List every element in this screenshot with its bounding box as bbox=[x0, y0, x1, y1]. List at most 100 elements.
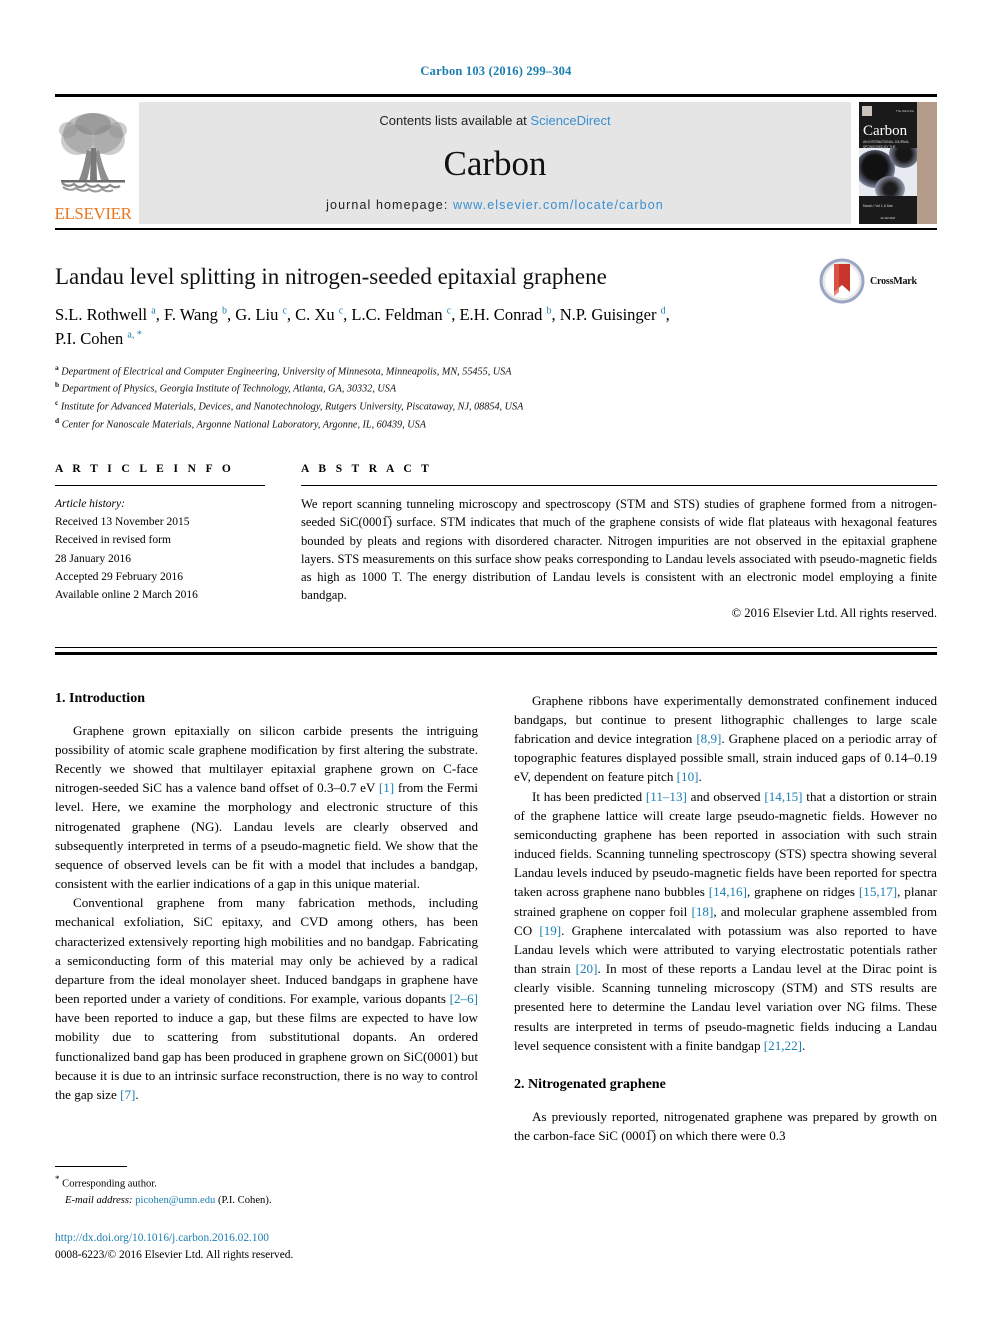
footnote-region: * Corresponding author. E-mail address: … bbox=[55, 1166, 472, 1264]
journal-masthead: ELSEVIER Contents lists available at Sci… bbox=[54, 102, 937, 224]
affiliation-item: b Department of Physics, Georgia Institu… bbox=[55, 380, 397, 395]
corresponding-author-note: * Corresponding author. E-mail address: … bbox=[55, 1173, 472, 1209]
author-item: L.C. Feldman c bbox=[351, 304, 452, 324]
citation-ref[interactable]: [7] bbox=[120, 1087, 135, 1102]
info-abstract-region: A R T I C L E I N F O Article history: R… bbox=[55, 463, 937, 621]
cover-front: The Wind Div Carbon AN INTERNATIONAL JOU… bbox=[859, 102, 917, 224]
cover-badge-icon bbox=[862, 105, 872, 116]
paragraph-text: have been reported to induce a gap, but … bbox=[55, 1010, 478, 1102]
elsevier-wordmark: ELSEVIER bbox=[54, 204, 132, 223]
intro-paragraph-1: Graphene grown epitaxially on silicon ca… bbox=[55, 721, 478, 894]
article-history-item: 28 January 2016 bbox=[55, 552, 132, 565]
journal-cover-thumbnail: The Wind Div Carbon AN INTERNATIONAL JOU… bbox=[859, 102, 937, 224]
affiliation-item: a Department of Electrical and Computer … bbox=[55, 362, 512, 377]
cover-publisher: ELSEVIER bbox=[880, 216, 896, 220]
affiliation-item: d Center for Nanoscale Materials, Argonn… bbox=[55, 416, 426, 431]
journal-title: Carbon bbox=[443, 143, 547, 183]
citation-ref[interactable]: [18] bbox=[692, 904, 714, 919]
section-heading-introduction: 1. Introduction bbox=[55, 690, 145, 706]
abstract-column: A B S T R A C T We report scanning tunne… bbox=[301, 463, 937, 621]
journal-homepage-line: journal homepage: www.elsevier.com/locat… bbox=[326, 198, 664, 212]
affiliation-item: c Institute for Advanced Materials, Devi… bbox=[55, 398, 524, 413]
abstract-heading: A B S T R A C T bbox=[301, 463, 433, 476]
cover-top-row: The Wind Div bbox=[862, 105, 914, 116]
crossmark-icon bbox=[819, 258, 865, 304]
title-block: CrossMark Landau level splitting in nitr… bbox=[55, 258, 937, 434]
abstract-bottom-rule-thick bbox=[55, 651, 937, 655]
citation-ref[interactable]: [21,22] bbox=[764, 1038, 802, 1053]
author-item: C. Xu c bbox=[295, 304, 344, 324]
doi-link[interactable]: http://dx.doi.org/10.1016/j.carbon.2016.… bbox=[55, 1230, 472, 1247]
article-history-item: Received in revised form bbox=[55, 534, 171, 547]
homepage-prefix: journal homepage: bbox=[326, 198, 453, 212]
paragraph-text: . bbox=[135, 1086, 139, 1102]
right-paragraph-3: As previously reported, nitrogenated gra… bbox=[514, 1108, 937, 1144]
paper-page: Carbon 103 (2016) 299–304 ELSEVIER Conte… bbox=[0, 0, 992, 1323]
crossmark-label: CrossMark bbox=[870, 275, 917, 287]
paragraph-text: . bbox=[801, 1037, 806, 1053]
abstract-rule bbox=[301, 485, 937, 487]
footnote-text: Corresponding author. bbox=[59, 1178, 157, 1190]
article-history-item: Accepted 29 February 2016 bbox=[55, 570, 184, 583]
affiliation-list: a Department of Electrical and Computer … bbox=[55, 362, 937, 434]
author-item: E.H. Conrad b bbox=[459, 304, 552, 324]
author-item: S.L. Rothwell a bbox=[55, 304, 156, 324]
cover-journal-title: Carbon bbox=[863, 123, 908, 139]
email-link[interactable]: picohen@umn.edu bbox=[135, 1195, 215, 1206]
cover-blob-3 bbox=[875, 176, 905, 196]
citation-ref[interactable]: [11–13] bbox=[646, 789, 687, 804]
citation-ref[interactable]: [10] bbox=[677, 769, 699, 784]
issn-copyright-line: 0008-6223/© 2016 Elsevier Ltd. All right… bbox=[55, 1248, 294, 1261]
author-item: N.P. Guisinger d bbox=[559, 304, 666, 324]
email-label: E-mail address: bbox=[65, 1194, 133, 1206]
masthead-center-panel: Contents lists available at ScienceDirec… bbox=[139, 102, 851, 224]
paragraph-text: Conventional graphene from many fabricat… bbox=[55, 895, 478, 1007]
right-paragraph-2: It has been predicted [11–13] and observ… bbox=[514, 787, 937, 1055]
cover-footer-text: March / Vol 1 & Mar bbox=[863, 204, 893, 208]
elsevier-tree-icon bbox=[59, 113, 127, 193]
affiliation-text: Department of Physics, Georgia Institute… bbox=[61, 383, 397, 395]
masthead-top-rule bbox=[55, 94, 937, 97]
right-paragraph-1: Graphene ribbons have experimentally dem… bbox=[514, 691, 937, 787]
author-item: G. Liu c bbox=[235, 304, 287, 324]
masthead-bottom-rule bbox=[55, 228, 937, 230]
citation-ref[interactable]: [20] bbox=[576, 961, 598, 976]
article-info-rule bbox=[55, 485, 265, 487]
contents-lists-line: Contents lists available at ScienceDirec… bbox=[379, 113, 610, 128]
affiliation-text: Department of Electrical and Computer En… bbox=[61, 365, 512, 377]
article-info-heading: A R T I C L E I N F O bbox=[55, 463, 235, 476]
affiliation-text: Institute for Advanced Materials, Device… bbox=[60, 401, 524, 413]
article-history-label: Article history: bbox=[55, 498, 125, 511]
body-columns: 1. Introduction Graphene grown epitaxial… bbox=[55, 691, 937, 1264]
affiliation-text: Center for Nanoscale Materials, Argonne … bbox=[61, 419, 426, 431]
elsevier-logo: ELSEVIER bbox=[54, 102, 132, 224]
sciencedirect-link[interactable]: ScienceDirect bbox=[530, 113, 610, 128]
citation-ref[interactable]: [14,15] bbox=[764, 789, 802, 804]
citation-ref[interactable]: [2–6] bbox=[450, 991, 478, 1006]
footnote-rule bbox=[55, 1166, 127, 1168]
intro-paragraph-2: Conventional graphene from many fabricat… bbox=[55, 893, 478, 1104]
citation-ref[interactable]: [19] bbox=[539, 923, 561, 938]
paragraph-text: . bbox=[698, 769, 702, 785]
author-item: P.I. Cohen a, * bbox=[55, 328, 142, 348]
citation-ref[interactable]: [8,9] bbox=[696, 731, 721, 746]
author-item: F. Wang b bbox=[163, 304, 227, 324]
left-column: 1. Introduction Graphene grown epitaxial… bbox=[55, 691, 478, 1264]
cover-top-left-text: The Wind Div bbox=[895, 108, 914, 113]
abstract-bottom-rule-thin bbox=[55, 646, 937, 648]
abstract-copyright: © 2016 Elsevier Ltd. All rights reserved… bbox=[731, 605, 937, 620]
crossmark-badge[interactable]: CrossMark bbox=[819, 253, 937, 309]
paragraph-text: , graphene on ridges bbox=[746, 884, 859, 900]
paragraph-text: It has been predicted bbox=[532, 788, 646, 804]
citation-ref[interactable]: [1] bbox=[379, 780, 394, 795]
citation-ref[interactable]: [15,17] bbox=[859, 884, 897, 899]
section-heading-nitrogenated-graphene: 2. Nitrogenated graphene bbox=[514, 1076, 666, 1092]
citation-ref[interactable]: [14,16] bbox=[709, 884, 747, 899]
author-list: S.L. Rothwell a, F. Wang b, G. Liu c, C.… bbox=[55, 304, 670, 348]
cover-micrograph-image bbox=[859, 148, 917, 196]
doi-region: http://dx.doi.org/10.1016/j.carbon.2016.… bbox=[55, 1230, 472, 1264]
journal-homepage-link[interactable]: www.elsevier.com/locate/carbon bbox=[453, 198, 664, 212]
right-column: Graphene ribbons have experimentally dem… bbox=[514, 691, 937, 1264]
page-title: Landau level splitting in nitrogen-seede… bbox=[55, 264, 607, 289]
article-info-column: A R T I C L E I N F O Article history: R… bbox=[55, 463, 301, 621]
